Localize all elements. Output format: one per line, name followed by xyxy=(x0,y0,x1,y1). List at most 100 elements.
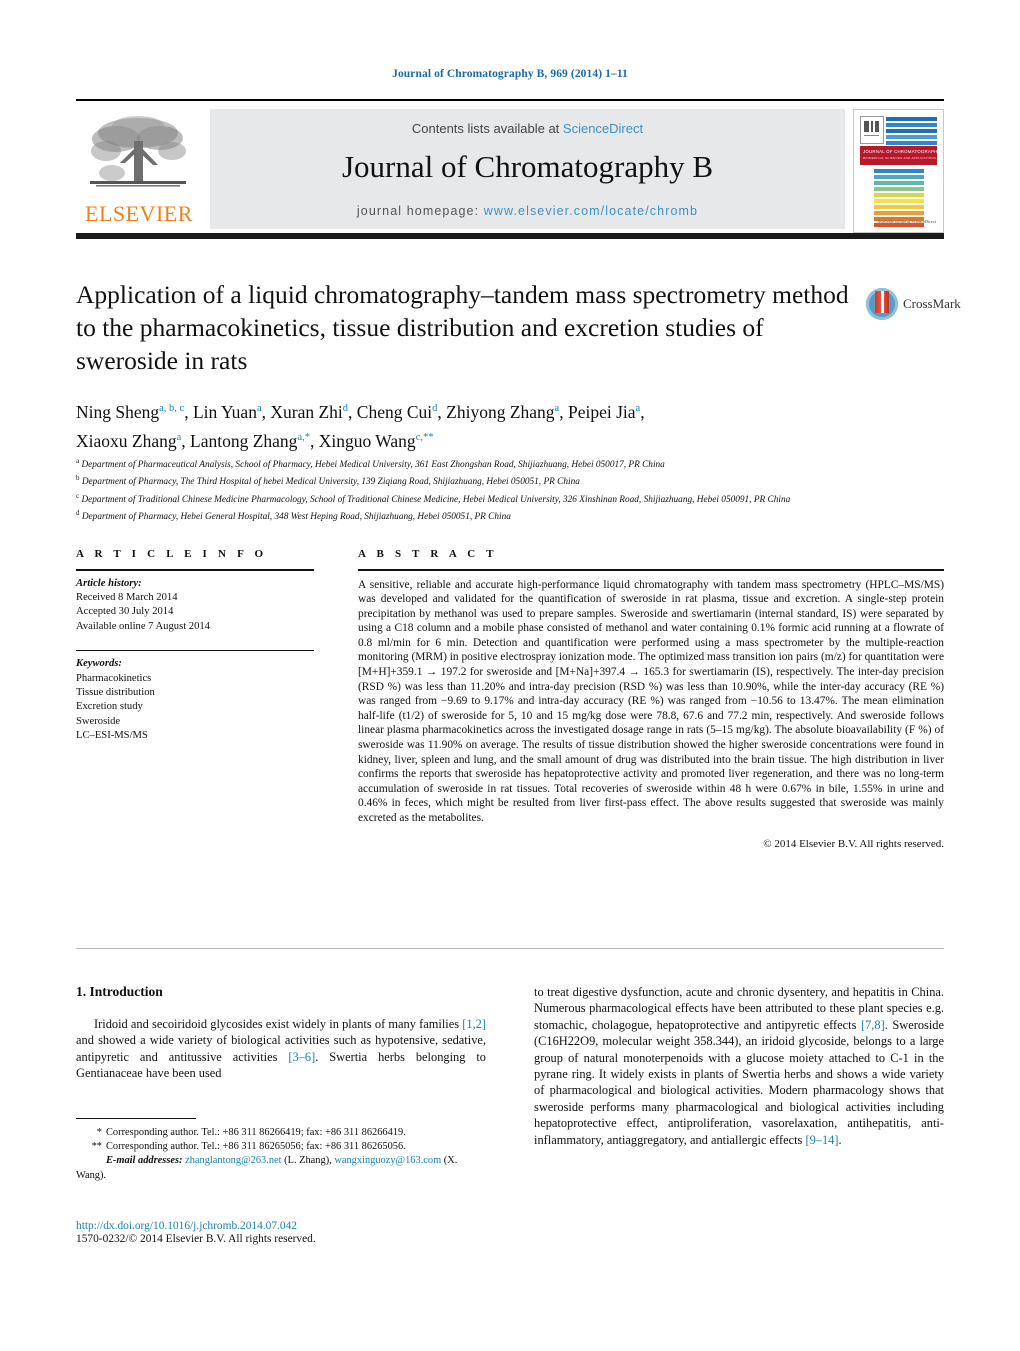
received-date: Received 8 March 2014 xyxy=(76,591,178,603)
author-marks[interactable]: a,* xyxy=(297,432,310,443)
affiliation-text: Department of Pharmacy, The Third Hospit… xyxy=(81,477,580,488)
available-online-date: Available online 7 August 2014 xyxy=(76,620,210,632)
author-marks[interactable]: a xyxy=(257,403,262,414)
contents-prefix: Contents lists available at xyxy=(411,121,563,136)
masthead-top-rule xyxy=(76,99,944,101)
doi-block: http://dx.doi.org/10.1016/j.jchromb.2014… xyxy=(76,1220,496,1245)
email-addresses-line: E-mail addresses: zhanglantong@263.net (… xyxy=(76,1155,458,1181)
author-name: Xiaoxu Zhang xyxy=(76,430,177,451)
author-marks[interactable]: a xyxy=(177,432,182,443)
footnote-block: * Corresponding author. Tel.: +86 311 862… xyxy=(76,1118,486,1183)
author-marks[interactable]: d xyxy=(343,403,348,414)
cover-title-band: JOURNAL OF CHROMATOGRAPHY B BIOMEDICAL S… xyxy=(860,146,943,165)
keyword-item: Tissue distribution xyxy=(76,686,155,698)
article-info-column: A R T I C L E I N F O Article history: R… xyxy=(76,548,314,744)
elsevier-tree-icon xyxy=(90,116,186,187)
issn-copyright-line: 1570-0232/© 2014 Elsevier B.V. All right… xyxy=(76,1233,316,1245)
email-owner-1: (L. Zhang) xyxy=(284,1155,330,1167)
author-marks[interactable]: d xyxy=(432,403,437,414)
author-marks[interactable]: a, b, c xyxy=(159,403,184,414)
intro-right-part2: . Sweroside (C16H22O9, molecular weight … xyxy=(534,1017,944,1147)
abstract-copyright: © 2014 Elsevier B.V. All rights reserved… xyxy=(763,837,944,850)
citation-ref-1-2[interactable]: [1,2] xyxy=(462,1017,486,1031)
cover-journal-subtitle: BIOMEDICAL SCIENCES AND APPLICATIONS xyxy=(863,156,937,160)
author-name: Lantong Zhang xyxy=(190,430,298,451)
page-title: Application of a liquid chromatography–t… xyxy=(76,280,849,375)
homepage-prefix: journal homepage: xyxy=(356,204,484,218)
running-head: Journal of Chromatography B, 969 (2014) … xyxy=(392,68,628,80)
cover-logo-box xyxy=(860,116,884,144)
cover-journal-title: JOURNAL OF CHROMATOGRAPHY B xyxy=(863,149,944,154)
affiliation-item: d Department of Pharmacy, Hebei General … xyxy=(76,507,906,524)
journal-title: Journal of Chromatography B xyxy=(341,149,714,184)
accepted-date: Accepted 30 July 2014 xyxy=(76,606,174,618)
intro-right-part3: . xyxy=(838,1132,842,1147)
affiliation-label: a xyxy=(76,457,80,465)
citation-ref-3-6[interactable]: [3–6] xyxy=(288,1050,315,1064)
author-name: Cheng Cui xyxy=(356,401,433,422)
journal-homepage-line: journal homepage: www.elsevier.com/locat… xyxy=(210,204,845,218)
footnote-mark-2: ** xyxy=(91,1141,102,1153)
body-left-column: 1. Introduction Iridoid and secoiridoid … xyxy=(76,984,486,1082)
doi-link[interactable]: http://dx.doi.org/10.1016/j.jchromb.2014… xyxy=(76,1220,496,1232)
author-entry: Ning Shenga, b, c xyxy=(76,402,184,422)
elsevier-logo: ELSEVIER xyxy=(78,109,200,229)
contents-available-line: Contents lists available at ScienceDirec… xyxy=(210,121,845,136)
author-name: Peipei Jia xyxy=(567,401,636,422)
article-history-block: Article history: Received 8 March 2014 A… xyxy=(76,571,314,635)
homepage-url-link[interactable]: www.elsevier.com/locate/chromb xyxy=(484,204,698,218)
affiliation-item: b Department of Pharmacy, The Third Hosp… xyxy=(76,472,906,489)
title-block: Application of a liquid chromatography–t… xyxy=(76,278,856,377)
author-name: Lin Yuan xyxy=(192,401,257,422)
journal-masthead: ELSEVIER Contents lists available at Sci… xyxy=(76,99,944,241)
author-entry: Xuran Zhid xyxy=(270,402,348,422)
author-marks[interactable]: c,** xyxy=(416,432,434,443)
author-entry: Cheng Cuid xyxy=(357,402,438,422)
affiliation-label: d xyxy=(76,508,80,517)
footnote-rule xyxy=(76,1118,196,1119)
introduction-heading: 1. Introduction xyxy=(76,984,163,999)
masthead-bottom-rule xyxy=(76,233,944,239)
keywords-block: Keywords: Pharmacokinetics Tissue distri… xyxy=(76,651,314,743)
email-link-1[interactable]: zhanglantong@263.net xyxy=(185,1155,281,1166)
affiliation-item: c Department of Traditional Chinese Medi… xyxy=(76,490,906,507)
abstract-text: A sensitive, reliable and accurate high-… xyxy=(358,578,944,825)
author-name: Xuran Zhi xyxy=(270,401,343,422)
keyword-item: LC–ESI-MS/MS xyxy=(76,730,148,742)
abstract-heading: A B S T R A C T xyxy=(358,548,498,560)
author-name: Ning Sheng xyxy=(76,401,160,422)
abstract-column: A B S T R A C T A sensitive, reliable an… xyxy=(358,548,944,850)
affiliation-item: a Department of Pharmaceutical Analysis,… xyxy=(76,455,906,472)
affiliation-text: Department of Pharmaceutical Analysis, S… xyxy=(81,460,665,471)
masthead-center-panel: Contents lists available at ScienceDirec… xyxy=(210,109,845,229)
email-label: E-mail addresses: xyxy=(106,1155,183,1167)
author-entry: Peipei Jiaa xyxy=(568,402,640,422)
body-right-column: to treat digestive dysfunction, acute an… xyxy=(534,984,944,1148)
citation-ref-9-14[interactable]: [9–14] xyxy=(805,1133,838,1147)
author-entry: Lantong Zhanga,* xyxy=(190,431,310,451)
crossmark-icon xyxy=(866,288,898,320)
author-entry: Xinguo Wangc,** xyxy=(319,431,434,451)
author-name: Xinguo Wang xyxy=(318,430,416,451)
author-list: Ning Shenga, b, c, Lin Yuana, Xuran Zhid… xyxy=(76,401,645,451)
intro-text-part1: Iridoid and secoiridoid glycosides exist… xyxy=(94,1017,463,1031)
email-link-2[interactable]: wangxinguozy@163.com xyxy=(334,1155,441,1166)
author-name: Zhiyong Zhang xyxy=(446,401,555,422)
author-marks[interactable]: a xyxy=(555,403,560,414)
author-marks[interactable]: a xyxy=(636,403,641,414)
footnote-text-1: Corresponding author. Tel.: +86 311 8626… xyxy=(106,1127,406,1138)
author-entry: Xiaoxu Zhanga xyxy=(76,431,181,451)
cover-artwork: JOURNAL OF CHROMATOGRAPHY B BIOMEDICAL S… xyxy=(860,115,943,227)
crossmark-label: CrossMark xyxy=(903,296,961,311)
author-entry: Lin Yuana xyxy=(193,402,262,422)
crossmark-page-gap xyxy=(880,291,884,313)
citation-ref-7-8[interactable]: [7,8] xyxy=(861,1018,885,1032)
crossmark-badge[interactable]: CrossMark xyxy=(866,288,961,322)
affiliation-list: a Department of Pharmaceutical Analysis,… xyxy=(76,455,906,524)
article-info-heading: A R T I C L E I N F O xyxy=(76,548,268,560)
sciencedirect-link[interactable]: ScienceDirect xyxy=(563,121,643,136)
elsevier-wordmark: ELSEVIER xyxy=(85,201,193,226)
keyword-item: Excretion study xyxy=(76,701,143,713)
corresponding-author-1: * Corresponding author. Tel.: +86 311 862… xyxy=(76,1126,486,1140)
